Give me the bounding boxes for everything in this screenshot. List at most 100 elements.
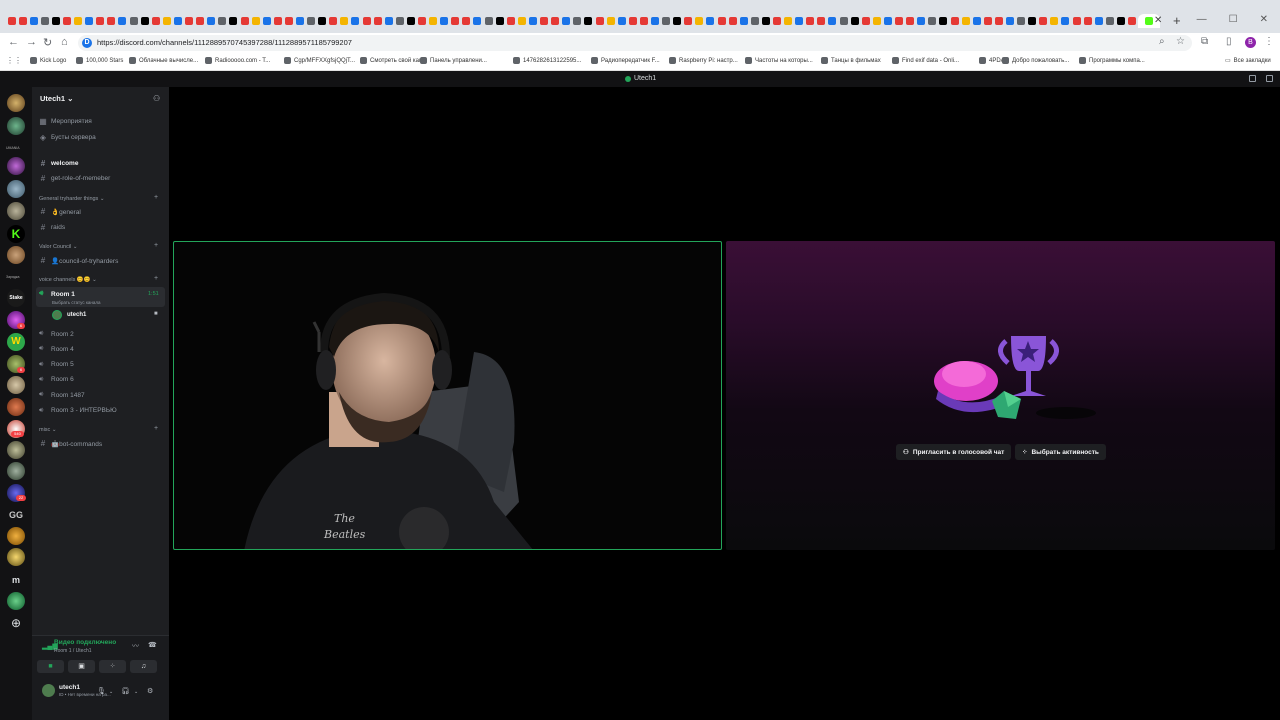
settings-gear-icon[interactable]: ⚙ bbox=[147, 687, 153, 695]
browser-tab[interactable] bbox=[117, 14, 128, 28]
server-icon-city[interactable] bbox=[7, 462, 25, 480]
browser-tab[interactable] bbox=[261, 14, 272, 28]
voice-channel-room[interactable]: 🔊︎ Room 3 - ИНТЕРВЬЮ bbox=[39, 407, 117, 415]
bookmark-item[interactable]: Radiooooo.com - T... bbox=[205, 57, 270, 64]
channel-council[interactable]: # 👤council-of-tryharders bbox=[39, 256, 119, 265]
avatar[interactable] bbox=[42, 684, 55, 697]
browser-tab[interactable] bbox=[1126, 14, 1137, 28]
bookmark-item[interactable]: Облачные вычисле... bbox=[129, 57, 198, 64]
headphones-icon[interactable]: 🎧︎ bbox=[121, 687, 130, 695]
server-icon-m[interactable]: m bbox=[7, 571, 25, 589]
browser-tab[interactable] bbox=[372, 14, 383, 28]
browser-tab[interactable] bbox=[394, 14, 405, 28]
browser-tab[interactable] bbox=[982, 14, 993, 28]
add-channel-icon[interactable]: + bbox=[154, 425, 158, 432]
browser-tab[interactable] bbox=[328, 14, 339, 28]
browser-tab[interactable] bbox=[106, 14, 117, 28]
voice-member[interactable]: utech1 bbox=[52, 310, 86, 320]
server-name-header[interactable]: Utech1 ⌄ bbox=[40, 94, 73, 103]
close-window-icon[interactable]: ✕ bbox=[1260, 14, 1268, 25]
browser-tab[interactable] bbox=[949, 14, 960, 28]
category-voice-channels[interactable]: voice channels 😊😊 ⌄ bbox=[39, 277, 97, 283]
browser-tab[interactable] bbox=[527, 14, 538, 28]
browser-tab[interactable] bbox=[783, 14, 794, 28]
apps-icon[interactable]: ⋮⋮ bbox=[6, 56, 22, 65]
browser-tab[interactable] bbox=[916, 14, 927, 28]
browser-tab[interactable] bbox=[184, 14, 195, 28]
browser-tab[interactable] bbox=[805, 14, 816, 28]
server-icon-gear[interactable] bbox=[7, 441, 25, 459]
browser-tab[interactable] bbox=[993, 14, 1004, 28]
browser-tab[interactable] bbox=[1071, 14, 1082, 28]
maximize-icon[interactable]: ☐ bbox=[1229, 14, 1238, 25]
browser-tab[interactable] bbox=[938, 14, 949, 28]
browser-tab[interactable] bbox=[250, 14, 261, 28]
events-link[interactable]: ▦ Мероприятия bbox=[39, 117, 92, 126]
invite-to-voice-button[interactable]: ⚇ Пригласить в голосовой чат bbox=[896, 444, 1012, 460]
chevron-down-icon[interactable]: ⌄ bbox=[134, 689, 138, 695]
bookmark-item[interactable]: Добро пожаловать... bbox=[1002, 57, 1069, 64]
browser-tab[interactable] bbox=[494, 14, 505, 28]
browser-tab[interactable] bbox=[1093, 14, 1104, 28]
extensions-icon[interactable]: ⧉ bbox=[1201, 36, 1208, 47]
camera-button[interactable]: ■ bbox=[37, 660, 64, 673]
browser-tab[interactable] bbox=[483, 14, 494, 28]
choose-activity-button[interactable]: ⁘ Выбрать активность bbox=[1015, 444, 1106, 460]
server-icon-orange[interactable] bbox=[7, 398, 25, 416]
activities-button[interactable]: ⁘ bbox=[99, 660, 126, 673]
server-icon-cat[interactable] bbox=[7, 202, 25, 220]
browser-tab[interactable] bbox=[61, 14, 72, 28]
server-icon-green[interactable]: W bbox=[7, 333, 25, 351]
browser-tab[interactable] bbox=[649, 14, 660, 28]
browser-tab[interactable] bbox=[1104, 14, 1115, 28]
back-icon[interactable]: ← bbox=[8, 36, 19, 48]
server-icon-kick[interactable]: K bbox=[7, 225, 25, 243]
browser-tab[interactable] bbox=[738, 14, 749, 28]
help-icon[interactable] bbox=[1266, 75, 1273, 82]
browser-tab[interactable] bbox=[95, 14, 106, 28]
bookmark-item[interactable]: Панель управлени... bbox=[420, 57, 487, 64]
bookmark-item[interactable]: Cgp/MFFXXgfsjQQjT... bbox=[284, 57, 355, 64]
bookmark-item[interactable]: 4PDA bbox=[979, 57, 1005, 64]
channel-bot-commands[interactable]: # 🤖bot-commands bbox=[39, 439, 102, 448]
browser-tab[interactable] bbox=[405, 14, 416, 28]
bookmark-item[interactable]: Find exif data - Onli... bbox=[892, 57, 959, 64]
browser-tab[interactable] bbox=[794, 14, 805, 28]
browser-tab[interactable] bbox=[461, 14, 472, 28]
bookmark-star-icon[interactable]: ☆ bbox=[1176, 36, 1185, 47]
channel-status-prompt[interactable]: Выбрать статус канала bbox=[52, 300, 101, 305]
browser-tab[interactable] bbox=[84, 14, 95, 28]
browser-tab[interactable] bbox=[350, 14, 361, 28]
category-misc[interactable]: misc ⌄ bbox=[39, 427, 56, 433]
browser-tab[interactable] bbox=[849, 14, 860, 28]
bookmark-item[interactable]: 100,000 Stars bbox=[76, 57, 123, 64]
server-icon-stake[interactable]: Stake bbox=[7, 289, 25, 307]
voice-channel-room[interactable]: 🔊︎ Room 5 bbox=[39, 361, 74, 369]
browser-tab[interactable] bbox=[539, 14, 550, 28]
omnibox[interactable]: D https://discord.com/channels/111288957… bbox=[78, 35, 1192, 51]
category-valor-council[interactable]: Valor Council ⌄ bbox=[39, 244, 77, 250]
browser-tab[interactable] bbox=[1115, 14, 1126, 28]
server-icon-utech1-active[interactable] bbox=[7, 592, 25, 610]
bookmark-item[interactable]: 1476282613122595... bbox=[513, 57, 581, 64]
channel-get-role[interactable]: # get-role-of-memeber bbox=[39, 174, 110, 183]
inbox-icon[interactable] bbox=[1249, 75, 1256, 82]
browser-tab[interactable] bbox=[816, 14, 827, 28]
close-tab-icon[interactable]: ✕ bbox=[1154, 15, 1162, 26]
browser-tab[interactable] bbox=[1060, 14, 1071, 28]
voice-channel-room[interactable]: 🔊︎ Room 6 bbox=[39, 376, 74, 384]
browser-tab[interactable] bbox=[217, 14, 228, 28]
screen-share-button[interactable]: ▣ bbox=[68, 660, 95, 673]
browser-tab[interactable] bbox=[694, 14, 705, 28]
browser-tab[interactable] bbox=[683, 14, 694, 28]
browser-tab[interactable] bbox=[505, 14, 516, 28]
browser-tab[interactable] bbox=[150, 14, 161, 28]
browser-tab[interactable] bbox=[771, 14, 782, 28]
browser-tab[interactable] bbox=[6, 14, 17, 28]
browser-tab[interactable] bbox=[1038, 14, 1049, 28]
browser-tab[interactable] bbox=[439, 14, 450, 28]
bookmark-item[interactable]: Программы компа... bbox=[1079, 57, 1145, 64]
browser-tab[interactable] bbox=[594, 14, 605, 28]
browser-tab[interactable] bbox=[1004, 14, 1015, 28]
server-icon-yellow[interactable] bbox=[7, 548, 25, 566]
